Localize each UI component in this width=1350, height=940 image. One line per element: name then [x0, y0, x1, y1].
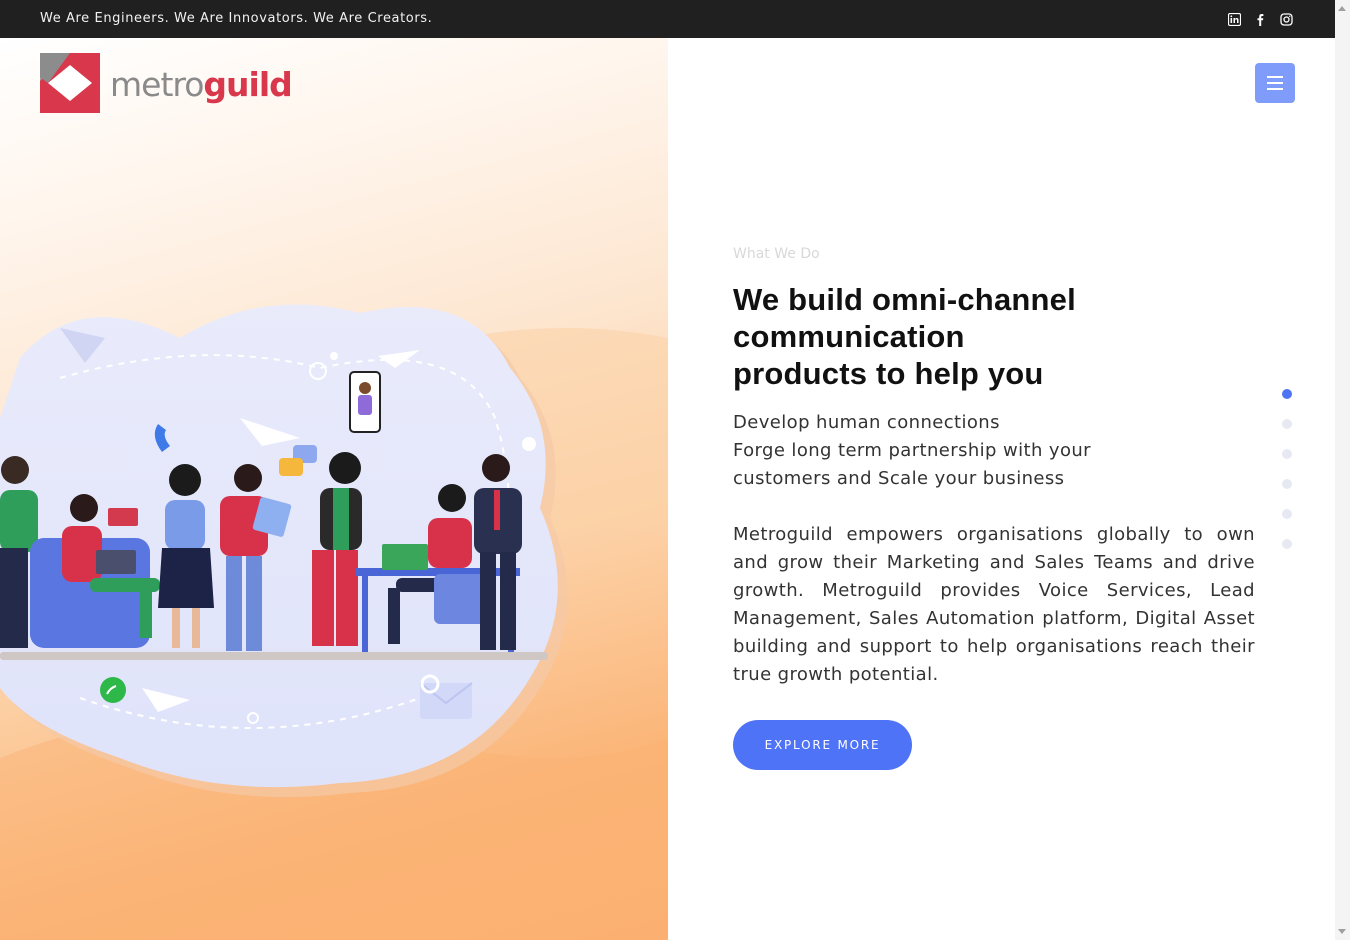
scroll-down-icon[interactable] — [1338, 929, 1346, 934]
page-scrollbar[interactable] — [1335, 0, 1350, 940]
top-bar: We Are Engineers. We Are Innovators. We … — [0, 0, 1335, 38]
pager-dot[interactable] — [1282, 539, 1292, 549]
facebook-icon[interactable] — [1254, 11, 1267, 26]
hamburger-icon — [1267, 76, 1283, 78]
section-pager — [1282, 389, 1294, 569]
lead-line: Develop human connections — [733, 412, 1000, 433]
instagram-icon[interactable] — [1280, 11, 1293, 26]
hamburger-icon-bottom — [1267, 88, 1283, 90]
team-illustration — [0, 304, 668, 940]
hamburger-icon-middle — [1267, 82, 1283, 84]
headline-line-1: We build omni-channel — [733, 282, 1076, 317]
headline-line-3-bold: products — [733, 356, 868, 391]
pager-dot[interactable] — [1282, 449, 1292, 459]
pager-dot[interactable] — [1282, 419, 1292, 429]
menu-button[interactable] — [1255, 63, 1295, 103]
lead-line: Forge long term partnership with your — [733, 440, 1091, 461]
headline-line-3-rest: to help you — [867, 356, 1044, 391]
logo-mark-icon — [40, 53, 100, 113]
social-links — [1227, 11, 1293, 27]
headline-line-2: communication — [733, 319, 965, 354]
pager-dot[interactable] — [1282, 389, 1292, 399]
scroll-up-icon[interactable] — [1338, 6, 1346, 11]
pager-dot[interactable] — [1282, 479, 1292, 489]
pager-dot[interactable] — [1282, 509, 1292, 519]
logo-wordmark: metroguild — [110, 65, 293, 104]
hero-illustration-panel — [0, 38, 668, 940]
hero-description: Metroguild empowers organisations global… — [733, 524, 1255, 685]
hero-content: What We Do We build omni-channel communi… — [733, 240, 1258, 770]
hero-lead: Develop human connections Forge long ter… — [733, 409, 1258, 493]
linkedin-icon[interactable] — [1227, 11, 1242, 27]
hero-headline: We build omni-channel communication prod… — [733, 281, 1113, 392]
section-eyebrow: What We Do — [733, 246, 820, 262]
lead-line: customers and Scale your business — [733, 468, 1065, 489]
metroguild-logo[interactable]: metroguild — [40, 53, 293, 113]
explore-more-button[interactable]: EXPLORE MORE — [733, 720, 912, 770]
tagline: We Are Engineers. We Are Innovators. We … — [40, 11, 433, 26]
